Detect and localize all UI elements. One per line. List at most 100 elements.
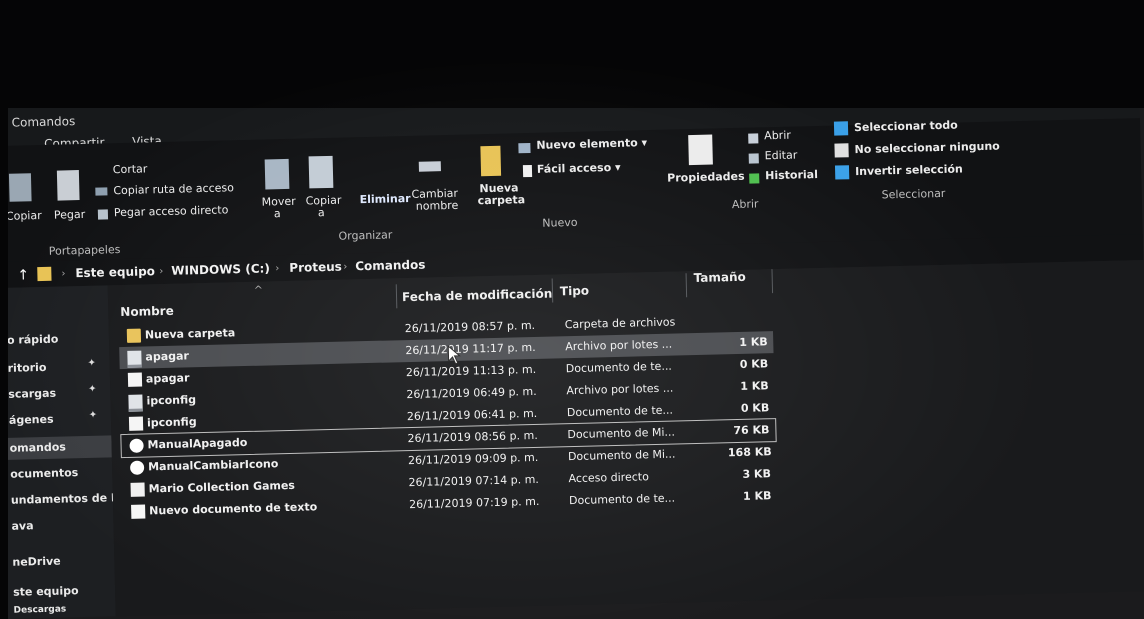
chevron-right-icon: › bbox=[343, 261, 348, 273]
copy-icon bbox=[8, 173, 32, 202]
nav-item-descargas-2[interactable]: Descargas bbox=[13, 604, 66, 615]
history-icon bbox=[749, 173, 760, 184]
nav-item-java[interactable]: ava bbox=[11, 519, 33, 533]
nuevo-elemento-button[interactable]: Nuevo elemento ▾ bbox=[536, 136, 647, 152]
text-file-icon bbox=[127, 372, 143, 387]
file-name: Mario Collection Games bbox=[148, 478, 296, 496]
up-arrow-icon[interactable]: ↑ bbox=[17, 267, 29, 283]
rename-icon bbox=[418, 161, 441, 172]
editar-button[interactable]: Editar bbox=[765, 148, 798, 162]
select-all-icon bbox=[833, 121, 849, 136]
window-title: Comandos bbox=[11, 114, 76, 130]
file-name: apagar bbox=[145, 349, 190, 364]
file-type: Documento de Mi... bbox=[567, 447, 676, 464]
file-size: 0 KB bbox=[740, 401, 770, 415]
file-date: 26/11/2019 09:09 p. m. bbox=[407, 450, 539, 468]
edit-icon bbox=[748, 153, 759, 164]
nav-item-descargas[interactable]: scargas bbox=[8, 387, 56, 401]
copiar-button[interactable]: Copiar bbox=[6, 209, 42, 223]
copiar-a-button-line2: a bbox=[317, 206, 325, 220]
breadcrumb-comandos[interactable]: Comandos bbox=[355, 258, 425, 274]
invert-selection-icon bbox=[834, 165, 850, 180]
file-name: apagar bbox=[145, 371, 190, 386]
nav-item-acceso-rapido[interactable]: o rápido bbox=[7, 333, 59, 347]
text-file-icon bbox=[131, 504, 146, 519]
group-label-portapapeles: Portapapeles bbox=[48, 243, 121, 258]
paste-shortcut-icon bbox=[97, 209, 109, 220]
no-seleccionar-button[interactable]: No seleccionar ninguno bbox=[854, 140, 1000, 157]
text-file-icon bbox=[128, 416, 144, 431]
copy-path-icon bbox=[95, 187, 108, 196]
file-size: 1 KB bbox=[742, 489, 772, 503]
file-name: ipconfig bbox=[146, 393, 197, 408]
shortcut-icon bbox=[130, 482, 145, 497]
easy-access-icon bbox=[522, 164, 533, 178]
paste-icon bbox=[56, 170, 80, 201]
mouse-cursor-icon bbox=[447, 344, 461, 365]
move-icon bbox=[264, 158, 290, 190]
file-size: 3 KB bbox=[742, 467, 772, 481]
navigation-pane: o rápido ritorio ✦ scargas ✦ ágenes ✦ om… bbox=[0, 285, 125, 619]
file-name: ipconfig bbox=[146, 415, 197, 430]
copy-to-icon bbox=[308, 155, 334, 189]
file-date: 26/11/2019 11:13 p. m. bbox=[405, 362, 537, 380]
column-header-tipo[interactable]: Tipo bbox=[560, 284, 589, 299]
sort-up-icon: ^ bbox=[253, 283, 264, 297]
nav-item-escritorio[interactable]: ritorio bbox=[8, 361, 47, 375]
chevron-right-icon: › bbox=[159, 266, 164, 278]
file-type: Documento de te... bbox=[565, 359, 673, 376]
chevron-right-icon: › bbox=[275, 263, 280, 275]
file-date: 26/11/2019 11:17 p. m. bbox=[405, 340, 536, 358]
file-size: 1 KB bbox=[739, 335, 768, 349]
cambiar-nombre-line2: nombre bbox=[415, 198, 459, 213]
file-name: Nuevo documento de texto bbox=[149, 500, 318, 518]
breadcrumb-este-equipo[interactable]: Este equipo bbox=[75, 264, 155, 280]
historial-button[interactable]: Historial bbox=[765, 168, 818, 182]
cortar-button[interactable]: Cortar bbox=[113, 162, 148, 176]
new-folder-icon bbox=[480, 145, 502, 177]
file-name: ManualCambiarIcono bbox=[147, 457, 279, 474]
file-date: 26/11/2019 07:14 p. m. bbox=[408, 472, 539, 490]
eliminar-button[interactable]: Eliminar bbox=[359, 192, 410, 206]
folder-icon bbox=[37, 266, 52, 282]
pin-icon: ✦ bbox=[87, 357, 97, 369]
pin-icon: ✦ bbox=[88, 409, 98, 421]
file-date: 26/11/2019 06:49 p. m. bbox=[406, 384, 537, 402]
pegar-acceso-button[interactable]: Pegar acceso directo bbox=[114, 203, 229, 219]
file-type: Acceso directo bbox=[568, 470, 650, 486]
file-date: 26/11/2019 08:57 p. m. bbox=[404, 318, 536, 336]
nav-item-imagenes[interactable]: ágenes bbox=[9, 413, 54, 427]
group-label-nuevo: Nuevo bbox=[542, 215, 578, 230]
word-doc-icon bbox=[129, 438, 144, 453]
copiar-ruta-button[interactable]: Copiar ruta de acceso bbox=[113, 181, 234, 197]
file-type: Documento de Mi... bbox=[567, 425, 676, 442]
nueva-carpeta-line2: carpeta bbox=[477, 193, 526, 208]
file-type: Archivo por lotes ... bbox=[565, 337, 673, 354]
propiedades-button[interactable]: Propiedades bbox=[667, 170, 745, 185]
invertir-seleccion-button[interactable]: Invertir selección bbox=[855, 162, 963, 178]
pegar-button[interactable]: Pegar bbox=[54, 208, 86, 222]
nav-item-fundamentos[interactable]: undamentos de Pr bbox=[11, 491, 125, 507]
monitor-bezel-top bbox=[0, 0, 1144, 108]
group-label-organizar: Organizar bbox=[338, 228, 393, 243]
group-label-abrir: Abrir bbox=[731, 197, 759, 212]
file-size: 1 KB bbox=[740, 379, 769, 393]
breadcrumb-proteus[interactable]: Proteus bbox=[289, 260, 342, 275]
pin-icon: ✦ bbox=[88, 383, 97, 395]
properties-icon bbox=[688, 134, 713, 166]
new-item-icon bbox=[518, 142, 531, 154]
nav-item-documentos[interactable]: ocumentos bbox=[10, 466, 78, 481]
abrir-button[interactable]: Abrir bbox=[764, 129, 791, 143]
nav-item-onedrive[interactable]: neDrive bbox=[12, 555, 61, 569]
open-icon bbox=[748, 133, 759, 144]
breadcrumb-windows[interactable]: WINDOWS (C:) bbox=[171, 261, 270, 277]
file-date: 26/11/2019 07:19 p. m. bbox=[408, 494, 540, 512]
nav-item-este-equipo[interactable]: ste equipo bbox=[13, 584, 79, 599]
column-header-nombre[interactable]: Nombre bbox=[120, 304, 174, 319]
seleccionar-todo-button[interactable]: Seleccionar todo bbox=[854, 119, 958, 135]
file-name: Nueva carpeta bbox=[144, 326, 236, 342]
nav-item-comandos[interactable]: omandos bbox=[9, 440, 66, 454]
facil-acceso-button[interactable]: Fácil acceso ▾ bbox=[537, 161, 621, 176]
column-header-tamano[interactable]: Tamaño bbox=[693, 270, 745, 285]
file-date: 26/11/2019 08:56 p. m. bbox=[407, 428, 538, 446]
